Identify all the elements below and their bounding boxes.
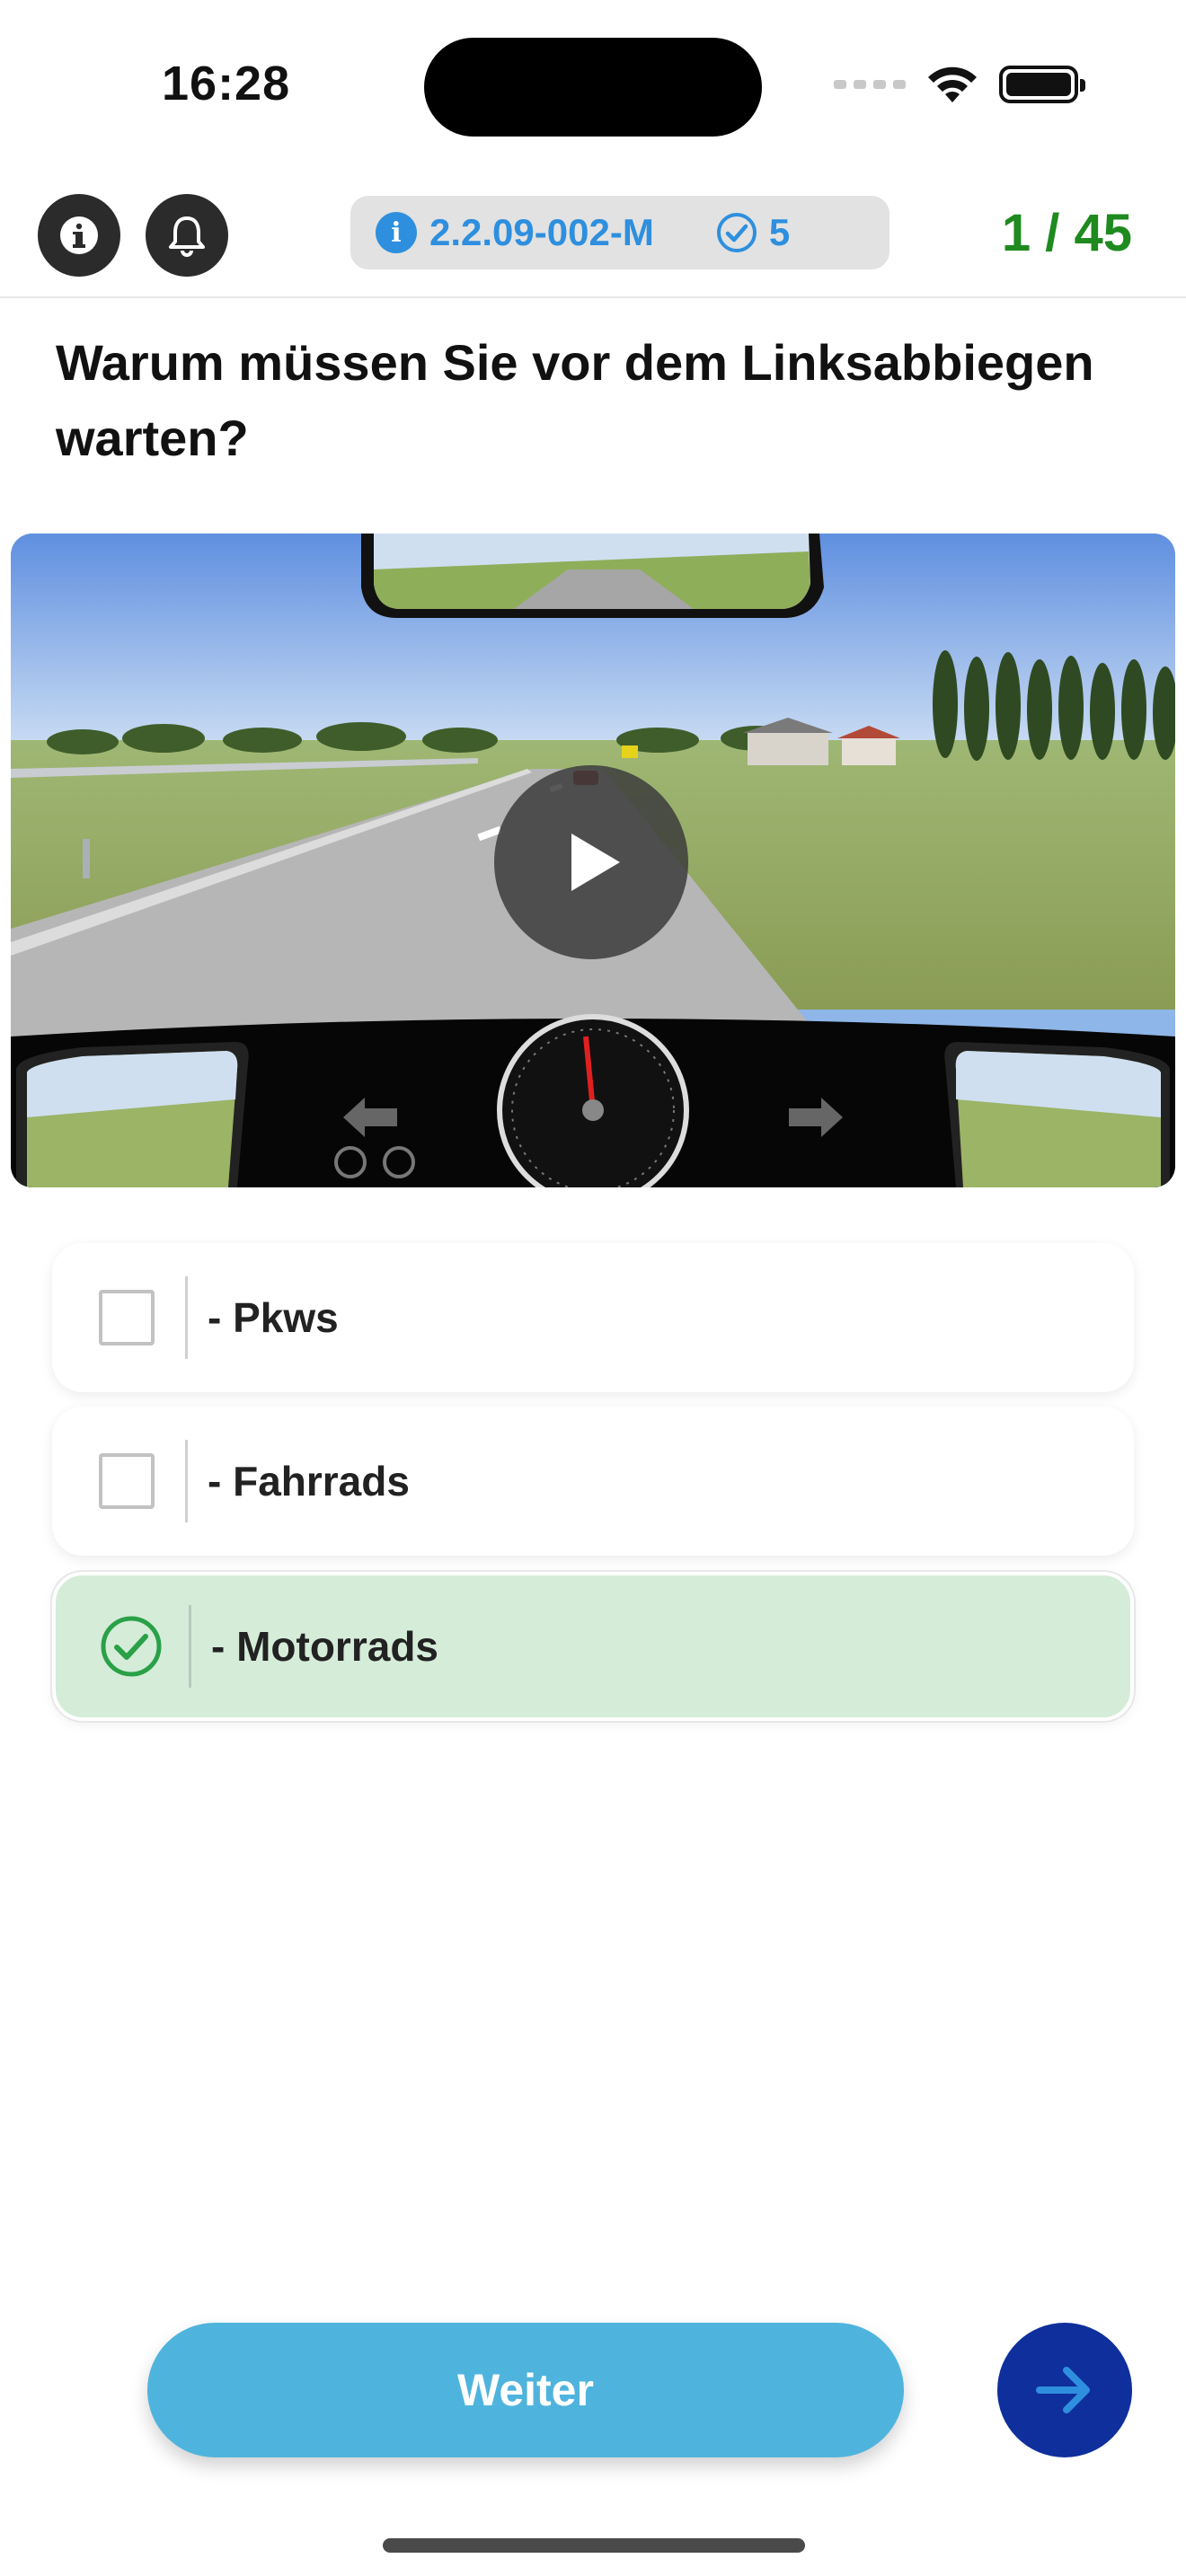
info-icon (60, 216, 98, 254)
progress-counter: 1 / 45 (1001, 204, 1132, 262)
notification-button[interactable] (146, 194, 228, 277)
continue-button[interactable]: Weiter (147, 2323, 904, 2457)
next-button[interactable] (997, 2323, 1132, 2457)
status-bar: 16:28 (0, 0, 1186, 171)
answer-option-1[interactable]: - Pkws (52, 1243, 1134, 1392)
check-circle-icon (101, 1616, 162, 1677)
info-icon: i (376, 212, 417, 253)
battery-icon (999, 66, 1085, 103)
answer-checkbox[interactable] (99, 1453, 155, 1509)
check-circle-icon (715, 211, 758, 254)
question-points: 5 (768, 211, 791, 253)
question-id: 2.2.09-002-M (429, 211, 654, 253)
answer-divider (185, 1440, 188, 1522)
status-time: 16:28 (162, 57, 291, 110)
info-button[interactable] (38, 194, 120, 277)
bell-icon (169, 216, 205, 257)
arrow-right-icon (1036, 2367, 1090, 2413)
question-video[interactable] (11, 534, 1175, 1187)
play-icon (571, 834, 620, 891)
play-button[interactable] (494, 765, 688, 959)
question-text: Warum müssen Sie vor dem Linksabbiegen w… (56, 334, 1094, 466)
answer-option-3[interactable]: - Motorrads (52, 1572, 1134, 1721)
cellular-signal-icon (834, 80, 906, 89)
answer-checkbox[interactable] (99, 1290, 155, 1345)
answer-divider (189, 1605, 191, 1688)
dynamic-island (424, 38, 762, 137)
question-header: i 2.2.09-002-M 5 1 / 45 (0, 180, 1186, 298)
question-id-chip[interactable]: i 2.2.09-002-M 5 (350, 196, 890, 269)
wifi-icon (928, 66, 977, 102)
answer-option-2[interactable]: - Fahrrads (52, 1407, 1134, 1556)
home-indicator (383, 2538, 805, 2553)
answer-label: - Fahrrads (208, 1458, 410, 1504)
answer-checkbox[interactable] (99, 1614, 164, 1679)
status-icons (834, 65, 1085, 104)
answer-divider (185, 1276, 188, 1359)
answer-label: - Pkws (208, 1294, 339, 1341)
answer-label: - Motorrads (211, 1623, 438, 1670)
